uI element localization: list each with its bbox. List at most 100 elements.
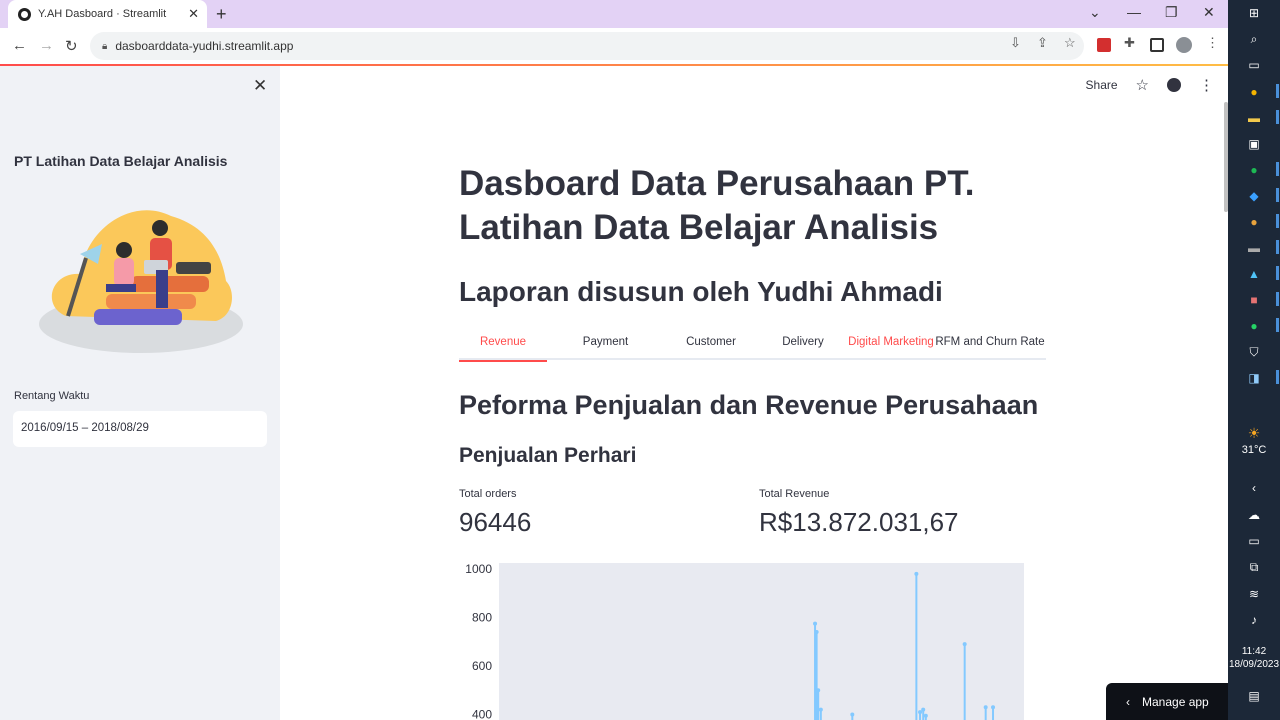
- extension-red-icon[interactable]: [1097, 38, 1111, 52]
- tab-customer[interactable]: Customer: [664, 331, 758, 360]
- reload-icon[interactable]: ↻: [65, 37, 78, 55]
- favorite-star-icon[interactable]: ☆: [1136, 76, 1149, 94]
- wifi-icon[interactable]: ≋: [1245, 587, 1263, 601]
- y-tick-label: 600: [472, 659, 492, 673]
- chart-point: [991, 705, 996, 710]
- sidebar: ✕ PT Latihan Data Belajar Analisis Renta…: [0, 66, 280, 720]
- chart-point: [962, 642, 967, 647]
- weather-icon[interactable]: ☀: [1245, 426, 1263, 440]
- install-app-icon[interactable]: ⇩: [1010, 35, 1021, 51]
- notifications-icon[interactable]: ▤: [1245, 689, 1263, 703]
- taskbar-running-indicator: [1276, 84, 1279, 98]
- restore-icon[interactable]: ❐: [1165, 4, 1178, 21]
- chevron-left-icon: ‹: [1126, 694, 1130, 709]
- minimize-icon[interactable]: —: [1127, 4, 1141, 20]
- taskbar-search-icon[interactable]: ⌕: [1245, 32, 1263, 46]
- daily-sales-chart: 1000 800 600 400: [465, 562, 1024, 720]
- chart-point: [983, 705, 988, 710]
- metric-value-revenue: R$13.872.031,67: [759, 507, 959, 537]
- taskbar-running-indicator: [1276, 292, 1279, 306]
- study-illustration: [39, 210, 243, 353]
- streamlit-favicon-icon: [18, 7, 31, 21]
- chart-point: [921, 707, 926, 712]
- back-icon[interactable]: ←: [12, 37, 27, 54]
- browser-tab[interactable]: Y.AH Dasboard · Streamlit ✕: [8, 0, 207, 28]
- task-view-icon[interactable]: ▭: [1245, 58, 1263, 72]
- office-app-icon[interactable]: ■: [1245, 293, 1263, 307]
- battery-icon[interactable]: ▭: [1245, 534, 1263, 548]
- chart-point: [923, 713, 928, 718]
- window-close-icon[interactable]: ✕: [1203, 4, 1215, 21]
- tab-digital-marketing[interactable]: Digital Marketing: [848, 331, 934, 360]
- tab-search-chevron-icon[interactable]: ⌄: [1089, 4, 1101, 21]
- y-tick-label: 800: [472, 611, 492, 625]
- tray-chevron-icon[interactable]: ‹: [1245, 481, 1263, 495]
- tab-close-icon[interactable]: ✕: [188, 6, 199, 22]
- manage-app-button[interactable]: ‹ Manage app: [1106, 683, 1228, 720]
- chrome-icon[interactable]: ●: [1245, 85, 1263, 99]
- taskbar-running-indicator: [1276, 370, 1279, 384]
- notes-app-icon[interactable]: ◨: [1245, 371, 1263, 385]
- page-title: Dasboard Data Perusahaan PT. Latihan Dat…: [459, 164, 975, 247]
- sidebar-close-icon[interactable]: ✕: [253, 76, 267, 96]
- terminal-icon[interactable]: ▬: [1245, 241, 1263, 255]
- browser-menu-icon[interactable]: ⋮: [1206, 35, 1219, 51]
- tab-delivery[interactable]: Delivery: [758, 331, 848, 360]
- section-heading: Peforma Penjualan dan Revenue Perusahaan: [459, 390, 1039, 420]
- date-range-label: Rentang Waktu: [14, 390, 90, 402]
- taskbar-running-indicator: [1276, 162, 1279, 176]
- onedrive-icon[interactable]: ☁: [1245, 508, 1263, 522]
- report-author-heading: Laporan disusun oleh Yudhi Ahmadi: [459, 276, 943, 307]
- vscode-icon[interactable]: ◆: [1245, 189, 1263, 203]
- clock[interactable]: 11:42 18/09/2023: [1228, 645, 1280, 671]
- photos-icon[interactable]: ▲: [1245, 267, 1263, 281]
- y-tick-label: 1000: [465, 562, 492, 576]
- date-range-input[interactable]: 2016/09/15 – 2018/08/29: [13, 411, 267, 447]
- new-tab-icon[interactable]: +: [216, 4, 227, 25]
- side-panel-icon[interactable]: [1150, 38, 1164, 52]
- chart-point: [918, 710, 923, 715]
- bookmark-star-icon[interactable]: ☆: [1064, 35, 1076, 51]
- github-icon[interactable]: [1167, 78, 1181, 92]
- device-icon[interactable]: ⧉: [1245, 560, 1263, 574]
- tab-payment[interactable]: Payment: [547, 331, 664, 360]
- chart-point: [914, 571, 919, 576]
- sidebar-title: PT Latihan Data Belajar Analisis: [14, 153, 228, 169]
- share-page-icon[interactable]: ⇪: [1037, 35, 1048, 51]
- taskbar-running-indicator: [1276, 266, 1279, 280]
- clock-time: 11:42: [1241, 646, 1267, 657]
- app-menu-icon[interactable]: ⋮: [1199, 76, 1214, 94]
- browser-tab-bar: Y.AH Dasboard · Streamlit ✕ + ⌄ — ❐ ✕: [0, 0, 1228, 28]
- daily-sales-heading: Penjualan Perhari: [459, 444, 637, 467]
- tab-rfm-churn[interactable]: RFM and Churn Rate: [934, 331, 1046, 360]
- file-explorer-icon[interactable]: ▬: [1245, 111, 1263, 125]
- tab-revenue[interactable]: Revenue: [459, 331, 547, 362]
- manage-app-label: Manage app: [1142, 694, 1209, 709]
- windows-taskbar: ⊞ ⌕ ▭ ● ▬ ▣ ● ◆ ● ▬ ▲ ■ ● ⛉ ◨ ☀ ‹ ☁ ▭ ⧉ …: [1228, 0, 1280, 720]
- chart-point: [814, 630, 819, 635]
- store-icon[interactable]: ▣: [1245, 137, 1263, 151]
- taskbar-running-indicator: [1276, 214, 1279, 228]
- share-button[interactable]: Share: [1086, 78, 1118, 92]
- taskbar-running-indicator: [1276, 110, 1279, 124]
- profile-avatar[interactable]: [1176, 37, 1192, 53]
- forward-icon[interactable]: →: [39, 37, 54, 54]
- extensions-puzzle-icon[interactable]: ✚: [1124, 35, 1135, 51]
- whatsapp-icon[interactable]: ●: [1245, 319, 1263, 333]
- spotify-icon[interactable]: ●: [1245, 163, 1263, 177]
- url-text: dasboarddata-yudhi.streamlit.app: [115, 39, 294, 53]
- chart-point: [850, 712, 855, 717]
- metric-label-revenue: Total Revenue: [759, 488, 830, 500]
- metric-label-orders: Total orders: [459, 488, 517, 500]
- windows-start-icon[interactable]: ⊞: [1245, 6, 1263, 20]
- taskbar-running-indicator: [1276, 318, 1279, 332]
- temperature-readout: 31°C: [1241, 444, 1267, 456]
- metric-value-orders: 96446: [459, 507, 532, 537]
- address-bar[interactable]: 🔒︎ dasboarddata-yudhi.streamlit.app: [90, 32, 1084, 60]
- chrome-active-icon[interactable]: ●: [1245, 215, 1263, 229]
- chart-point: [816, 688, 821, 693]
- browser-toolbar: ← → ↻ 🔒︎ dasboarddata-yudhi.streamlit.ap…: [0, 28, 1228, 64]
- volume-icon[interactable]: ♪: [1245, 613, 1263, 627]
- security-shield-icon[interactable]: ⛉: [1245, 345, 1263, 359]
- lock-icon: 🔒︎: [102, 40, 108, 52]
